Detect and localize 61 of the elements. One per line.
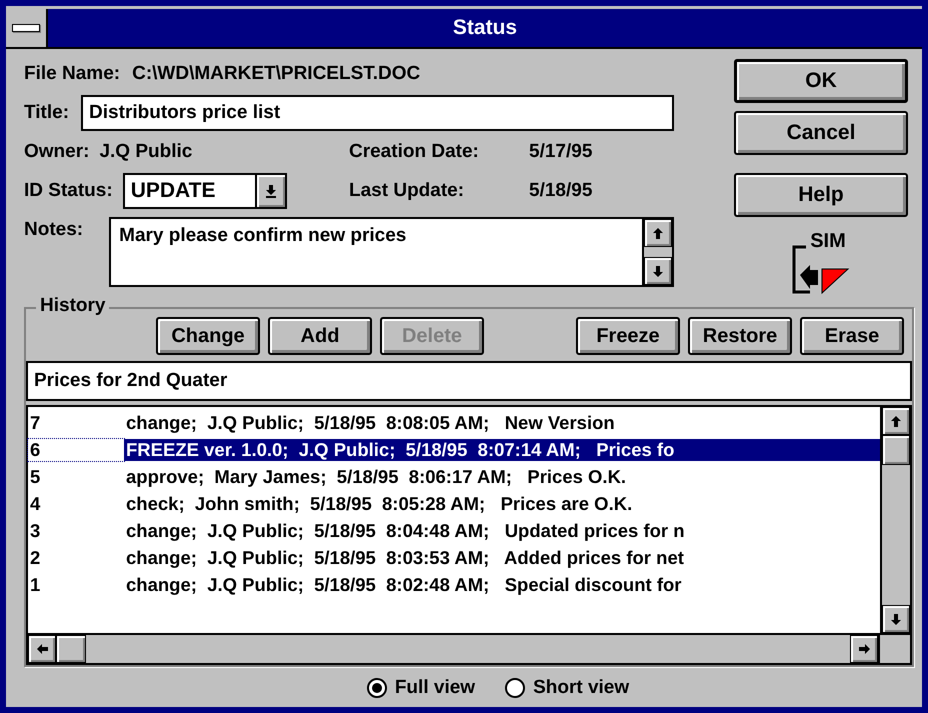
history-row[interactable]: 7 change; J.Q Public; 5/18/95 8:08:05 AM; New Version (28, 409, 880, 436)
field-label: Title: (24, 102, 70, 124)
row-text: change; J.Q Public; 5/18/95 8:08:05 AM; New Version (125, 412, 616, 434)
title-field[interactable]: Distributors price list (81, 95, 674, 131)
row-text: approve; Mary James; 5/18/95 8:06:17 AM; Prices O.K. (125, 466, 628, 488)
row-text: FREEZE ver. 1.0.0; J.Q Public; 5/18/95 8:07:14 AM; Prices fo (124, 438, 880, 460)
row-number: 5 (29, 466, 42, 488)
row-number: 7 (29, 412, 42, 434)
history-button[interactable]: Add (268, 317, 372, 355)
history-row[interactable]: 1 change; J.Q Public; 5/18/95 8:02:48 AM; Special discount for (28, 571, 880, 598)
scroll-thumb[interactable] (56, 635, 86, 663)
notes-field[interactable]: Mary please confirm new prices (109, 217, 674, 287)
row-number: 3 (29, 520, 42, 542)
history-button[interactable]: Freeze (576, 317, 680, 355)
view-radio[interactable]: Full view (366, 677, 476, 699)
horizontal-scrollbar[interactable] (28, 635, 878, 663)
history-button[interactable]: Restore (688, 317, 792, 355)
system-menu-button[interactable] (6, 9, 48, 47)
row-text: change; J.Q Public; 5/18/95 8:02:48 AM; Special discount for (125, 574, 682, 596)
row-number: 2 (29, 546, 42, 568)
vertical-scrollbar[interactable] (880, 407, 910, 633)
history-row[interactable]: 5 approve; Mary James; 5/18/95 8:06:17 AM; Prices O.K. (28, 463, 880, 490)
date-value: 5/18/95 (529, 180, 592, 202)
field-label: File Name: (24, 63, 120, 85)
comment-field[interactable]: Prices for 2nd Quater (26, 361, 912, 401)
history-row[interactable]: 2 change; J.Q Public; 5/18/95 8:03:53 AM; Added prices for net (28, 544, 880, 571)
field-label: Last Update: (349, 180, 466, 202)
history-button[interactable]: Change (156, 317, 260, 355)
history-row[interactable]: 4 check; John smith; 5/18/95 8:05:28 AM; Prices are O.K. (28, 490, 880, 517)
history-row[interactable]: 6 FREEZE ver. 1.0.0; J.Q Public; 5/18/95 8:07:14 AM; Prices fo (28, 436, 880, 463)
down-arrow-icon (891, 614, 901, 624)
row-text: change; J.Q Public; 5/18/95 8:03:53 AM; Added prices for net (125, 546, 685, 568)
field-label: ID Status: (24, 180, 113, 202)
logo-text: SIM (810, 231, 846, 251)
dialog-button[interactable]: OK (734, 59, 908, 103)
history-row[interactable]: 3 change; J.Q Public; 5/18/95 8:04:48 AM; Updated prices for n (28, 517, 880, 544)
window-title: Status (452, 16, 518, 40)
status-dropdown[interactable]: UPDATE (122, 173, 287, 209)
down-arrow-icon (653, 266, 663, 276)
scroll-thumb[interactable] (882, 435, 910, 465)
file-name-value: C:\WD\MARKET\PRICELST.DOC (132, 63, 420, 85)
dialog-button[interactable]: Help (734, 173, 908, 217)
row-number: 6 (28, 438, 124, 460)
dialog-button[interactable]: Cancel (734, 111, 908, 155)
history-button[interactable]: Erase (800, 317, 904, 355)
group-label: History (36, 295, 110, 317)
date-value: 5/17/95 (529, 141, 592, 163)
field-label: Owner: (24, 141, 90, 163)
up-arrow-icon (653, 228, 663, 238)
field-label: Notes: (24, 219, 84, 241)
row-text: change; J.Q Public; 5/18/95 8:04:48 AM; Updated prices for n (125, 520, 686, 542)
owner-value: J.Q Public (99, 141, 192, 163)
row-number: 1 (29, 574, 42, 596)
left-arrow-icon (36, 644, 48, 654)
dropdown-arrow-icon (266, 184, 276, 198)
right-arrow-icon (858, 644, 870, 654)
row-text: check; John smith; 5/18/95 8:05:28 AM; Prices are O.K. (125, 492, 634, 514)
row-number: 4 (29, 492, 42, 514)
up-arrow-icon (891, 416, 901, 426)
field-label: Creation Date: (349, 141, 480, 163)
view-radio[interactable]: Short view (505, 677, 630, 699)
